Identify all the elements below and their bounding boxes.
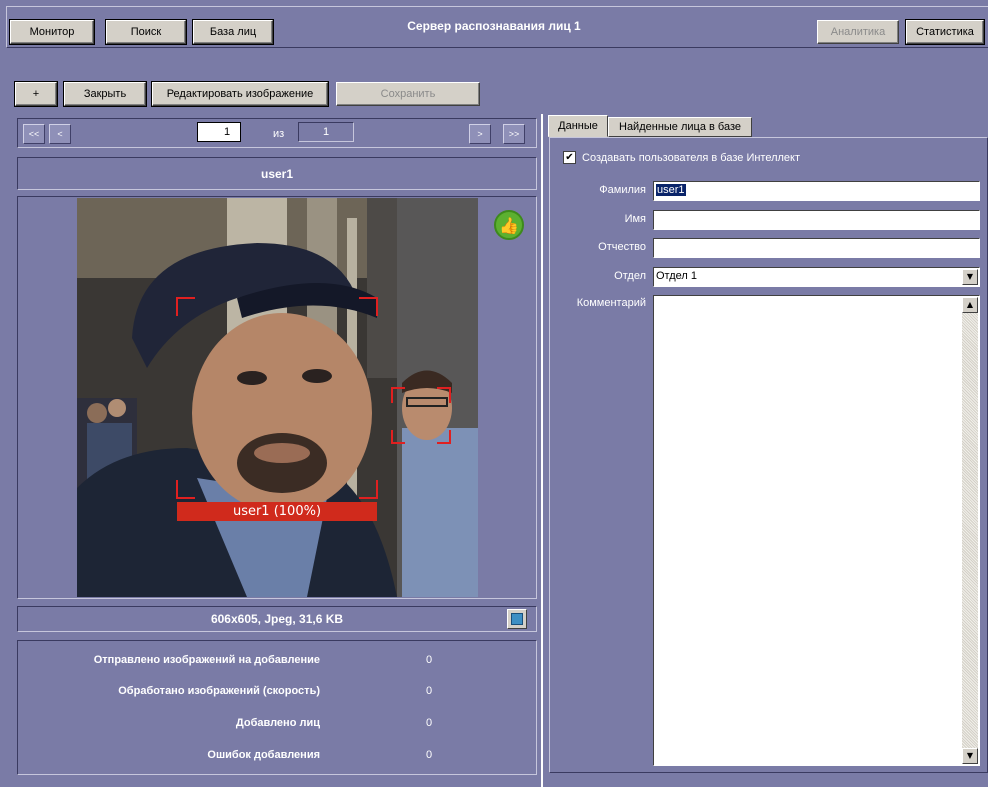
add-button[interactable]: + (14, 81, 58, 107)
page-of-label: из (273, 128, 285, 140)
stats-added-label: Добавлено лиц (235, 717, 320, 729)
dept-select[interactable]: Отдел 1 (653, 267, 980, 287)
patronymic-label: Отчество (598, 241, 646, 253)
tab-found-faces[interactable]: Найденные лица в базе (608, 117, 752, 137)
dept-value: Отдел 1 (656, 270, 697, 282)
prev-page-button[interactable]: < (49, 124, 71, 144)
last-page-button[interactable]: >> (503, 124, 525, 144)
surname-value: user1 (656, 184, 686, 196)
stats-added-value: 0 (426, 717, 433, 729)
statistics-button[interactable]: Статистика (905, 19, 985, 45)
create-user-checkbox[interactable]: ✔ (563, 151, 576, 164)
thumbs-up-icon: 👍 (494, 210, 524, 240)
first-page-button[interactable]: << (23, 124, 45, 144)
stats-errors-value: 0 (426, 749, 433, 761)
user-name: user1 (260, 166, 294, 181)
stats-sent-label: Отправлено изображений на добавление (93, 654, 320, 666)
stats-sent-value: 0 (426, 654, 433, 666)
stats-processed-label: Обработано изображений (скорость) (118, 685, 320, 697)
save-button[interactable]: Сохранить (336, 82, 480, 106)
edit-image-button[interactable]: Редактировать изображение (151, 81, 329, 107)
name-field[interactable] (653, 210, 980, 230)
comment-scrollbar[interactable] (962, 297, 978, 764)
next-page-button[interactable]: > (469, 124, 491, 144)
stats-errors-label: Ошибок добавления (207, 749, 320, 761)
tab-data[interactable]: Данные (548, 115, 608, 137)
comment-textarea[interactable] (653, 295, 980, 766)
stats-processed-value: 0 (426, 685, 433, 697)
patronymic-field[interactable] (653, 238, 980, 258)
file-info: 606x605, Jpeg, 31,6 KB (210, 612, 344, 626)
scroll-up-icon[interactable]: ▲ (962, 297, 978, 313)
image-settings-icon (511, 613, 523, 625)
scroll-down-icon[interactable]: ▼ (962, 748, 978, 764)
face-photo-illustration (77, 198, 478, 597)
analytics-button[interactable]: Аналитика (817, 20, 899, 44)
name-label: Имя (624, 213, 646, 225)
user-name-bar: user1 (17, 157, 537, 190)
surname-label: Фамилия (599, 184, 646, 196)
surname-field[interactable]: user1 (653, 181, 980, 201)
image-settings-button[interactable] (507, 609, 527, 629)
face-photo[interactable] (77, 198, 478, 597)
file-info-bar: 606x605, Jpeg, 31,6 KB (17, 606, 537, 632)
dept-label: Отдел (614, 270, 646, 282)
page-number-input[interactable]: 1 (197, 122, 241, 142)
close-button[interactable]: Закрыть (63, 81, 147, 107)
chevron-down-icon[interactable]: ▼ (962, 269, 978, 285)
create-user-label: Создавать пользователя в базе Интеллект (582, 152, 801, 164)
face-label: user1 (100%) (177, 502, 377, 521)
page-total: 1 (298, 122, 354, 142)
comment-label: Комментарий (576, 297, 646, 309)
